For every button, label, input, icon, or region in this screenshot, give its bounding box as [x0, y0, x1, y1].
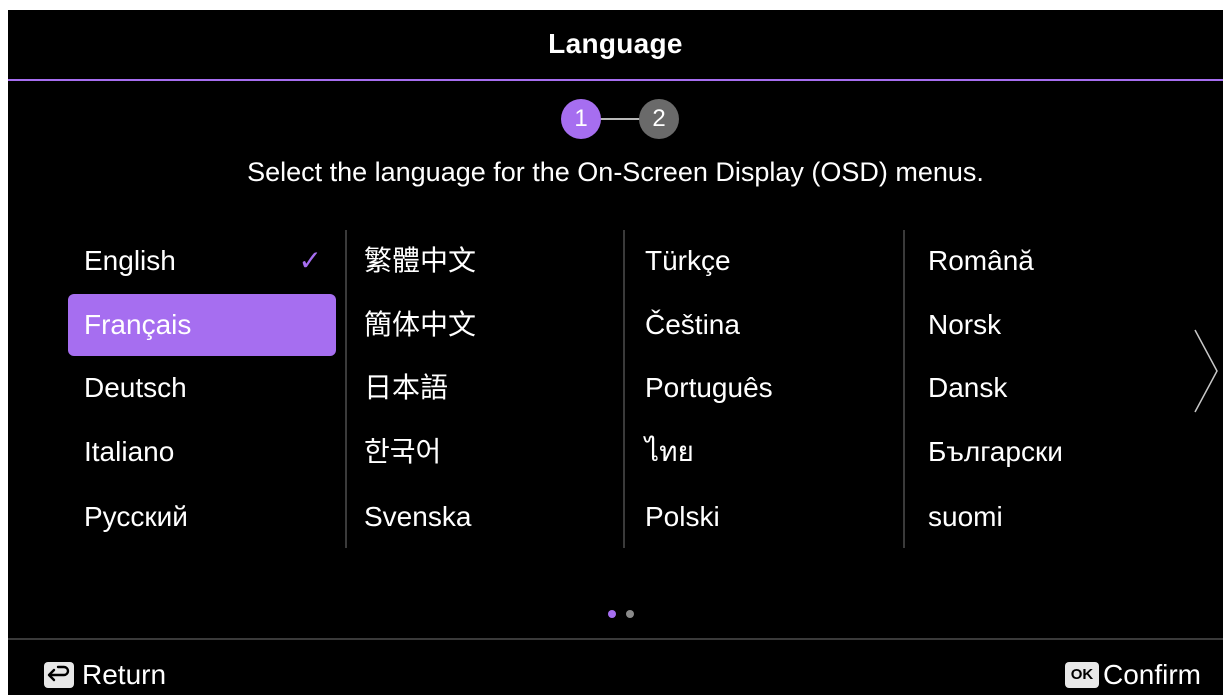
- page-dot-inactive: [626, 610, 634, 618]
- language-label: Polski: [645, 501, 720, 532]
- language-label: suomi: [928, 501, 1003, 532]
- step-1-indicator: 1: [561, 99, 601, 139]
- next-page-chevron-icon[interactable]: [1187, 326, 1223, 416]
- language-option-turkce[interactable]: Türkçe: [629, 230, 897, 292]
- language-option-bulgarian[interactable]: Български: [912, 421, 1180, 483]
- language-option-korean[interactable]: 한국어: [348, 421, 616, 483]
- ok-key-icon: OK: [1064, 661, 1099, 688]
- language-label: 簡体中文: [364, 309, 477, 340]
- language-option-norsk[interactable]: Norsk: [912, 294, 1180, 356]
- confirm-hint[interactable]: OK Confirm: [1064, 658, 1201, 692]
- language-option-romana[interactable]: Română: [912, 230, 1180, 292]
- language-label: Português: [645, 372, 773, 403]
- language-label: Română: [928, 245, 1034, 276]
- language-label: Dansk: [928, 372, 1008, 403]
- return-hint[interactable]: Return: [44, 658, 166, 692]
- language-option-cestina[interactable]: Čeština: [629, 294, 897, 356]
- language-option-simplified-chinese[interactable]: 簡体中文: [348, 294, 616, 356]
- language-option-francais[interactable]: Français: [68, 294, 336, 356]
- language-label: Italiano: [84, 436, 175, 467]
- language-label: English: [84, 245, 176, 276]
- return-icon: [44, 661, 74, 688]
- language-option-polski[interactable]: Polski: [629, 486, 897, 548]
- column-divider: [903, 230, 905, 548]
- language-label: Norsk: [928, 309, 1002, 340]
- column-divider: [623, 230, 625, 548]
- language-label: 日本語: [364, 372, 449, 403]
- page-title: Language: [548, 28, 683, 59]
- page-dot-active: [608, 610, 616, 618]
- language-label: 한국어: [364, 436, 442, 467]
- language-option-traditional-chinese[interactable]: 繁體中文: [348, 230, 616, 292]
- language-option-japanese[interactable]: 日本語: [348, 357, 616, 419]
- instruction-text: Select the language for the On-Screen Di…: [247, 157, 984, 187]
- language-label: Svenska: [364, 501, 472, 532]
- language-option-dansk[interactable]: Dansk: [912, 357, 1180, 419]
- checkmark-icon: ✓: [298, 245, 322, 276]
- step-2-indicator: 2: [639, 99, 679, 139]
- language-option-suomi[interactable]: suomi: [912, 486, 1180, 548]
- language-label: Čeština: [645, 309, 740, 340]
- language-label: ไทย: [645, 436, 694, 467]
- osd-screen: Language 1 2 Select the language for the…: [8, 10, 1223, 695]
- language-label: 繁體中文: [364, 245, 477, 276]
- language-label: Русский: [84, 501, 188, 532]
- language-option-thai[interactable]: ไทย: [629, 421, 897, 483]
- language-label: Български: [928, 436, 1063, 467]
- language-option-portugues[interactable]: Português: [629, 357, 897, 419]
- column-divider: [345, 230, 347, 548]
- confirm-label: Confirm: [1102, 659, 1201, 690]
- title-bar: Language: [8, 10, 1223, 81]
- language-option-russian[interactable]: Русский: [68, 486, 336, 548]
- language-option-svenska[interactable]: Svenska: [348, 486, 616, 548]
- language-option-deutsch[interactable]: Deutsch: [68, 357, 336, 419]
- stepper-connector: [599, 118, 641, 120]
- language-label: Français: [84, 309, 192, 340]
- language-option-italiano[interactable]: Italiano: [68, 421, 336, 483]
- stepper: 1 2: [561, 99, 686, 139]
- language-option-english[interactable]: English ✓: [68, 230, 336, 292]
- language-label: Deutsch: [84, 372, 187, 403]
- footer-divider: [8, 638, 1223, 640]
- return-label: Return: [82, 659, 167, 690]
- language-label: Türkçe: [645, 245, 731, 276]
